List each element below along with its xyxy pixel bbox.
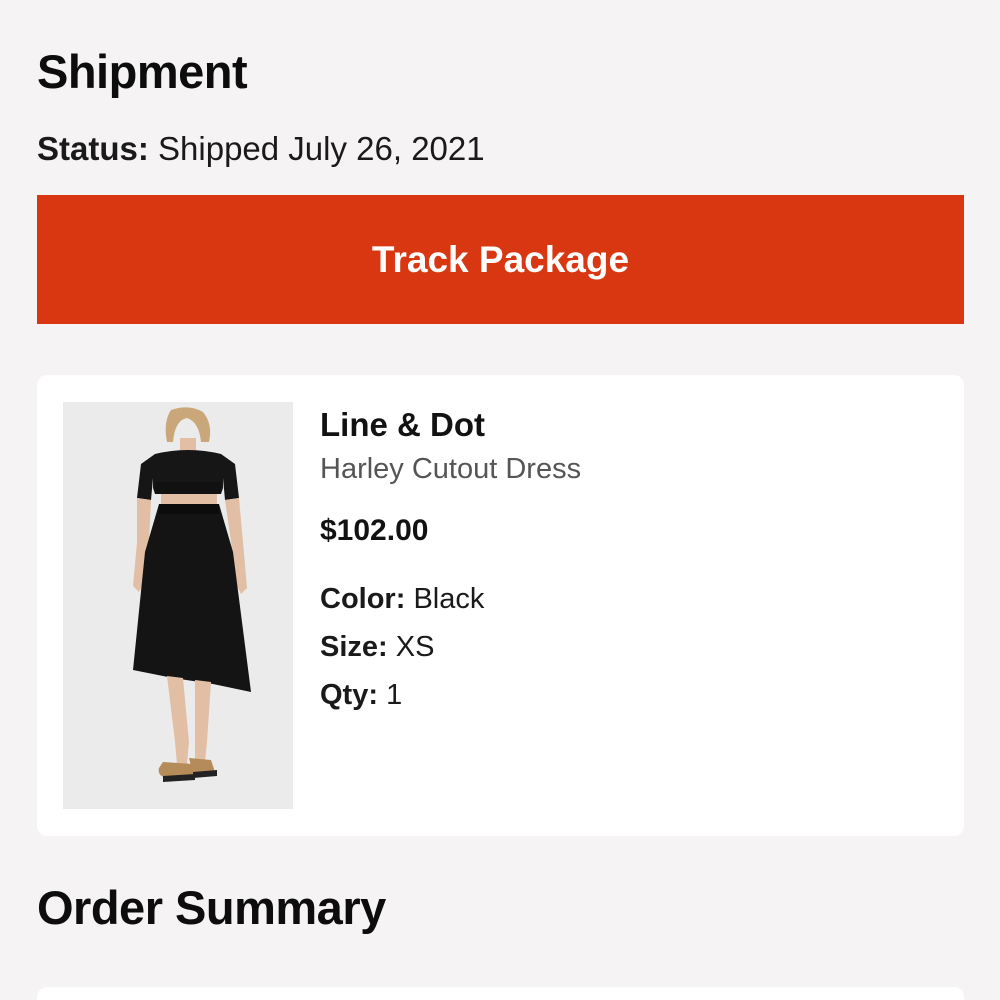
product-info: Line & Dot Harley Cutout Dress $102.00 C…: [320, 405, 920, 713]
product-image[interactable]: [63, 402, 293, 809]
size-label: Size:: [320, 631, 388, 663]
color-label: Color:: [320, 583, 406, 615]
shipment-title: Shipment: [37, 45, 248, 98]
product-color: Color: Black: [320, 581, 920, 617]
track-package-button[interactable]: Track Package: [37, 195, 964, 324]
order-summary-card: [37, 987, 964, 1000]
color-value: Black: [413, 583, 485, 615]
qty-value: 1: [386, 679, 403, 711]
status-label: Status:: [37, 130, 149, 167]
order-summary-title: Order Summary: [37, 881, 386, 934]
order-detail-page: Shipment Status: Shipped July 26, 2021 T…: [0, 0, 1000, 1000]
qty-label: Qty:: [320, 679, 378, 711]
shipment-status: Status: Shipped July 26, 2021: [37, 130, 485, 168]
product-quantity: Qty: 1: [320, 677, 920, 713]
product-brand[interactable]: Line & Dot: [320, 405, 920, 445]
product-price: $102.00: [320, 514, 429, 547]
status-value: Shipped July 26, 2021: [158, 130, 485, 167]
product-size: Size: XS: [320, 629, 920, 665]
shipment-item-card[interactable]: Line & Dot Harley Cutout Dress $102.00 C…: [37, 375, 964, 836]
product-photo-icon: [63, 402, 293, 809]
size-value: XS: [395, 631, 435, 663]
product-name[interactable]: Harley Cutout Dress: [320, 451, 920, 487]
